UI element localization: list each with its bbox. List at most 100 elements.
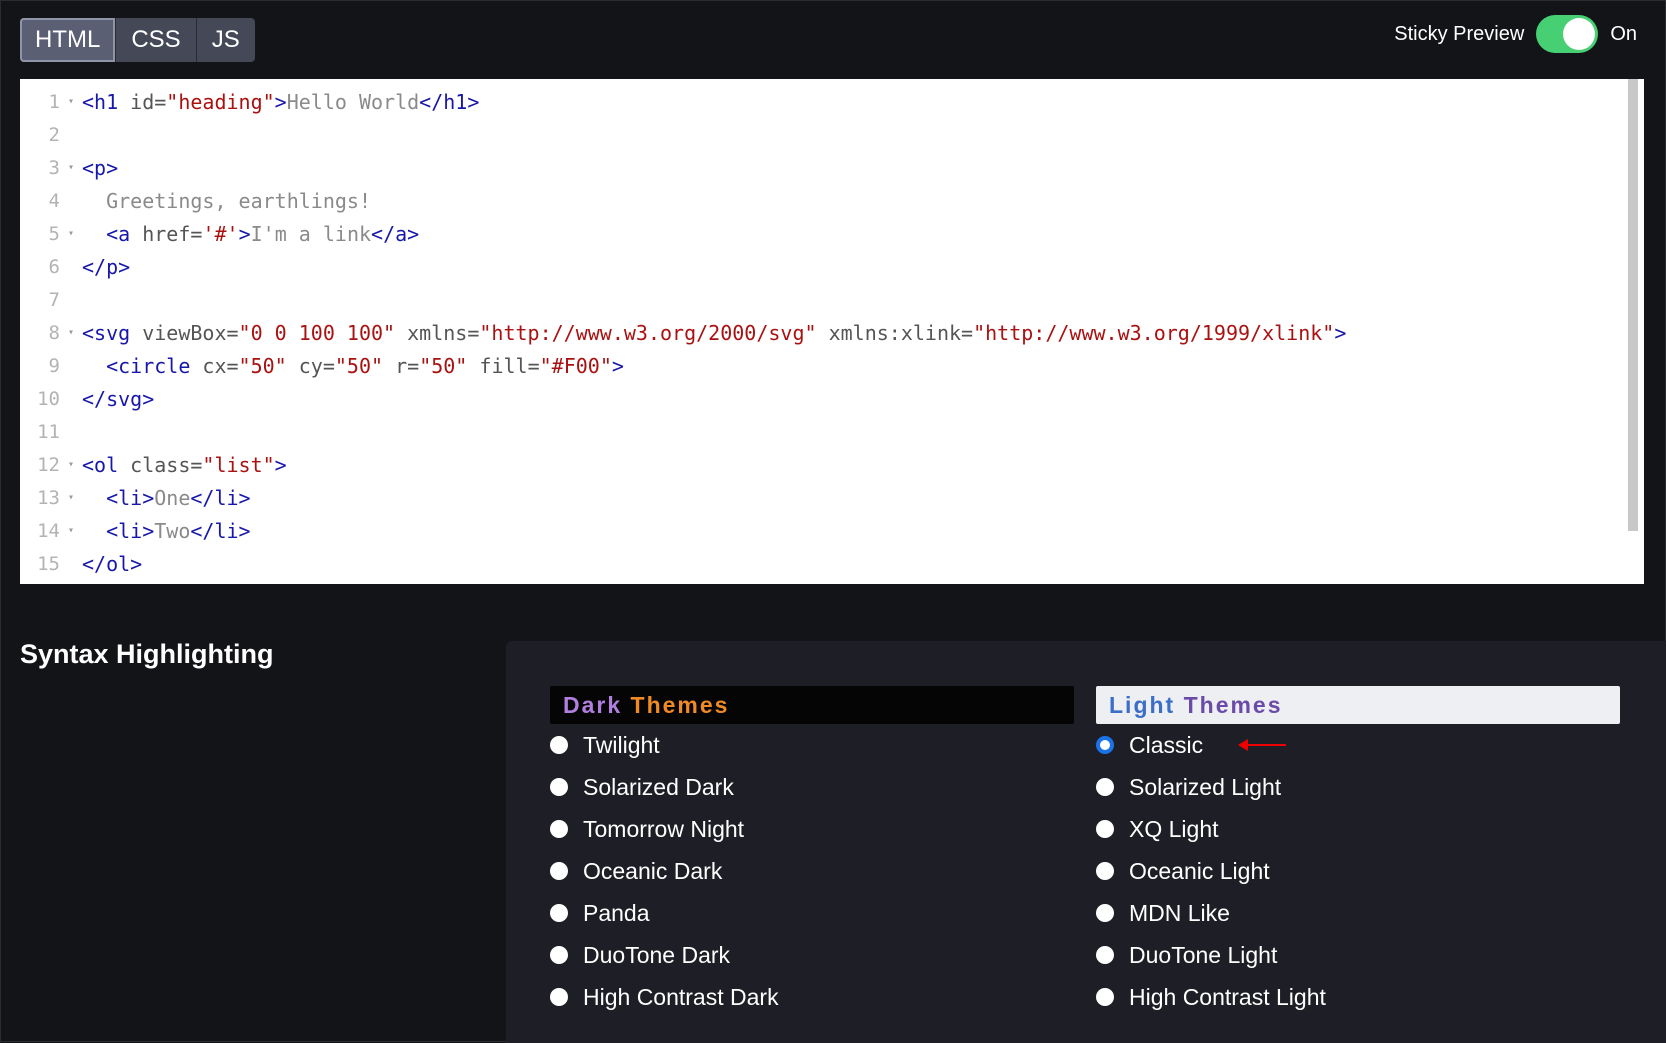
line-number: 7: [48, 288, 60, 311]
radio-button[interactable]: [550, 736, 568, 754]
radio-button[interactable]: [1096, 988, 1114, 1006]
code-token: class=: [130, 452, 203, 477]
theme-option[interactable]: Classic: [1096, 724, 1620, 766]
code-text: <h1 id="heading">Hello World</h1>: [82, 90, 479, 114]
theme-option[interactable]: Oceanic Dark: [550, 850, 1074, 892]
theme-option-label: Oceanic Light: [1129, 857, 1270, 884]
code-token: >: [1334, 320, 1347, 345]
radio-button[interactable]: [550, 778, 568, 796]
radio-button[interactable]: [1096, 736, 1114, 754]
line-number: 5: [48, 222, 60, 245]
tab-html[interactable]: HTML: [20, 18, 117, 62]
code-text: <li>One</li>: [82, 486, 251, 510]
code-token: One: [154, 485, 191, 510]
theme-option[interactable]: XQ Light: [1096, 808, 1620, 850]
code-token: "50": [334, 353, 384, 378]
code-line[interactable]: 11: [20, 415, 1624, 448]
fold-arrow-icon[interactable]: ▾: [60, 492, 82, 503]
sticky-preview-toggle[interactable]: [1536, 15, 1599, 53]
theme-option[interactable]: DuoTone Dark: [550, 934, 1074, 976]
theme-panel: Dark Themes Twilight Solarized Dark Tomorr…: [506, 641, 1666, 1043]
code-line[interactable]: 6 </p>: [20, 250, 1624, 283]
theme-option[interactable]: MDN Like: [1096, 892, 1620, 934]
code-token: <li>: [106, 485, 155, 510]
code-line[interactable]: 1 ▾ <h1 id="heading">Hello World</h1>: [20, 85, 1624, 118]
theme-option[interactable]: Solarized Light: [1096, 766, 1620, 808]
code-line[interactable]: 3 ▾ <p>: [20, 151, 1624, 184]
code-token: "50": [419, 353, 468, 378]
theme-option-label: MDN Like: [1129, 899, 1230, 926]
app-frame: HTML CSS JS Sticky Preview On 1 ▾ <h1 id="…: [0, 0, 1666, 1043]
code-token: "list": [202, 452, 275, 477]
radio-button[interactable]: [550, 988, 568, 1006]
light-header-word-1: Light: [1109, 691, 1176, 718]
code-line[interactable]: 12 ▾ <ol class="list">: [20, 448, 1624, 481]
line-number: 9: [48, 354, 60, 377]
radio-button[interactable]: [1096, 946, 1114, 964]
fold-arrow-icon[interactable]: ▾: [60, 162, 82, 173]
theme-option-label: Solarized Light: [1129, 773, 1282, 800]
radio-button[interactable]: [550, 862, 568, 880]
theme-option[interactable]: Tomorrow Night: [550, 808, 1074, 850]
dark-themes-column: Dark Themes Twilight Solarized Dark Tomorr…: [550, 686, 1074, 1018]
tab-css[interactable]: CSS: [116, 18, 197, 62]
line-number: 1: [48, 90, 60, 113]
radio-button[interactable]: [1096, 778, 1114, 796]
code-line[interactable]: 14 ▾ <li>Two</li>: [20, 514, 1624, 547]
line-number: 8: [48, 321, 60, 344]
theme-option[interactable]: High Contrast Light: [1096, 976, 1620, 1018]
theme-option[interactable]: Panda: [550, 892, 1074, 934]
code-token: <h1: [82, 89, 131, 114]
code-token: <svg: [82, 320, 143, 345]
theme-option[interactable]: DuoTone Light: [1096, 934, 1620, 976]
fold-arrow-icon[interactable]: ▾: [60, 459, 82, 470]
radio-button[interactable]: [550, 946, 568, 964]
code-token: <li>: [106, 518, 155, 543]
code-line[interactable]: 8 ▾ <svg viewBox="0 0 100 100" xmlns="http…: [20, 316, 1624, 349]
theme-option-label: High Contrast Dark: [583, 983, 779, 1010]
code-line[interactable]: 4 Greetings, earthlings!: [20, 184, 1624, 217]
fold-arrow-icon[interactable]: ▾: [60, 96, 82, 107]
dark-header-word-2: Themes: [630, 691, 730, 718]
code-token: "http://www.w3.org/1999/xlink": [973, 320, 1335, 345]
theme-option[interactable]: Oceanic Light: [1096, 850, 1620, 892]
code-token: Hello World: [286, 89, 420, 114]
radio-button[interactable]: [1096, 862, 1114, 880]
dark-theme-options: Twilight Solarized Dark Tomorrow Night Ocea…: [550, 724, 1074, 1018]
dark-header-word-1: Dark: [563, 691, 623, 718]
theme-option-label: XQ Light: [1129, 815, 1219, 842]
code-line[interactable]: 2: [20, 118, 1624, 151]
line-number: 11: [37, 420, 60, 443]
code-token: </svg>: [82, 386, 155, 411]
code-line[interactable]: 10 </svg>: [20, 382, 1624, 415]
code-line[interactable]: 9 <circle cx="50" cy="50" r="50" fill="#…: [20, 349, 1624, 382]
radio-button[interactable]: [1096, 904, 1114, 922]
code-token: <ol: [82, 452, 131, 477]
code-line[interactable]: 7: [20, 283, 1624, 316]
radio-button[interactable]: [550, 904, 568, 922]
tab-js[interactable]: JS: [196, 18, 255, 62]
code-token: >: [274, 452, 287, 477]
code-line[interactable]: 5 ▾ <a href='#'>I'm a link</a>: [20, 217, 1624, 250]
code-line[interactable]: 15 </ol>: [20, 547, 1624, 580]
sticky-preview-label: Sticky Preview: [1394, 22, 1525, 45]
code-line[interactable]: 13 ▾ <li>One</li>: [20, 481, 1624, 514]
code-text: <svg viewBox="0 0 100 100" xmlns="http:/…: [82, 321, 1346, 345]
fold-arrow-icon[interactable]: ▾: [60, 327, 82, 338]
theme-option[interactable]: Twilight: [550, 724, 1074, 766]
line-number: 10: [37, 387, 60, 410]
code-text: </p>: [82, 255, 130, 279]
radio-button[interactable]: [550, 820, 568, 838]
line-number: 14: [37, 519, 60, 542]
code-token: xmlns:xlink=: [816, 320, 974, 345]
code-editor[interactable]: 1 ▾ <h1 id="heading">Hello World</h1> 2 3 ▾ <p…: [20, 79, 1644, 584]
theme-option[interactable]: High Contrast Dark: [550, 976, 1074, 1018]
fold-arrow-icon[interactable]: ▾: [60, 525, 82, 536]
radio-button[interactable]: [1096, 820, 1114, 838]
fold-arrow-icon[interactable]: ▾: [60, 228, 82, 239]
line-number: 13: [37, 486, 60, 509]
theme-option[interactable]: Solarized Dark: [550, 766, 1074, 808]
editor-scrollbar[interactable]: [1628, 79, 1638, 531]
theme-option-label: Panda: [583, 899, 650, 926]
